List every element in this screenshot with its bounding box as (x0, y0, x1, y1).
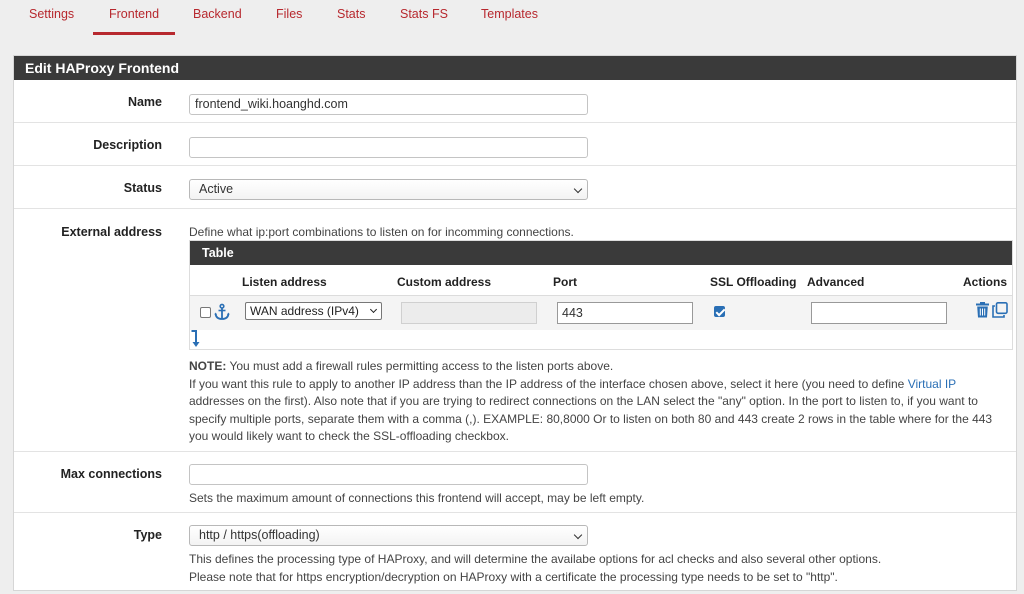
type-select[interactable]: http / https(offloading) (189, 525, 588, 546)
tab-templates[interactable]: Templates (481, 7, 538, 21)
note-line-1: NOTE: You must add a firewall rules perm… (189, 358, 613, 375)
active-tab-indicator (93, 32, 175, 35)
tab-stats[interactable]: Stats (337, 7, 366, 21)
port-input[interactable]: 443 (557, 302, 693, 324)
tab-frontend[interactable]: Frontend (109, 7, 159, 21)
tab-bar: Settings Frontend Backend Files Stats St… (0, 0, 1024, 36)
panel-title: Edit HAProxy Frontend (14, 56, 1016, 80)
max-connections-input[interactable] (189, 464, 588, 485)
note-bold: NOTE: (189, 359, 227, 373)
chevron-down-icon (573, 184, 583, 194)
note-line-3: addresses on the first). Also note that … (189, 394, 978, 408)
add-row-icon[interactable] (190, 330, 200, 348)
col-port: Port (553, 275, 577, 289)
max-connections-label: Max connections (60, 467, 162, 481)
type-label: Type (133, 528, 162, 542)
type-help-1: This defines the processing type of HAPr… (189, 552, 882, 566)
name-label: Name (127, 95, 162, 109)
max-connections-row: Max connections Sets the maximum amount … (14, 452, 1016, 513)
anchor-icon[interactable] (213, 303, 231, 321)
name-row: Name frontend_wiki.hoanghd.com (14, 80, 1016, 123)
tab-stats-fs[interactable]: Stats FS (400, 7, 448, 21)
tab-settings[interactable]: Settings (29, 7, 74, 21)
type-select-value: http / https(offloading) (199, 528, 320, 542)
duplicate-icon[interactable] (992, 302, 1008, 318)
note-text: You must add a firewall rules permitting… (226, 359, 614, 373)
advanced-input[interactable] (811, 302, 947, 324)
description-input[interactable] (189, 137, 588, 158)
max-connections-help: Sets the maximum amount of connections t… (189, 491, 645, 505)
chevron-down-icon (573, 530, 583, 540)
description-row: Description (14, 123, 1016, 166)
listen-address-value: WAN address (IPv4) (250, 304, 359, 318)
col-actions: Actions (963, 275, 1008, 289)
external-address-label: External address (61, 225, 162, 239)
tab-backend[interactable]: Backend (193, 7, 242, 21)
table-title: Table (190, 241, 1012, 265)
type-row: Type http / https(offloading) This defin… (14, 513, 1016, 590)
ssl-offloading-checkbox[interactable] (714, 306, 725, 317)
note-line-2-text: If you want this rule to apply to anothe… (189, 376, 908, 391)
table-row: WAN address (IPv4) 443 (190, 296, 1012, 330)
note-line-4: specify multiple ports, separate them wi… (189, 411, 993, 426)
col-ssl-offloading: SSL Offloading (710, 275, 797, 289)
col-custom-address: Custom address (397, 275, 492, 289)
external-address-help: Define what ip:port combinations to list… (189, 225, 574, 239)
edit-frontend-panel: Edit HAProxy Frontend Name frontend_wiki… (13, 55, 1017, 591)
custom-address-input (401, 302, 537, 324)
status-label: Status (123, 181, 162, 195)
col-advanced: Advanced (807, 275, 865, 289)
chevron-down-icon (369, 305, 378, 314)
description-label: Description (93, 138, 162, 152)
name-input[interactable]: frontend_wiki.hoanghd.com (189, 94, 588, 115)
note-line-5: you would likely want to check the SSL-o… (189, 429, 509, 443)
tab-files[interactable]: Files (276, 7, 302, 21)
row-select-checkbox[interactable] (200, 307, 211, 318)
type-help-2: Please note that for https encryption/de… (189, 569, 838, 584)
status-select-value: Active (199, 182, 234, 196)
note-line-2: If you want this rule to apply to anothe… (189, 376, 956, 393)
col-listen-address: Listen address (242, 275, 327, 289)
trash-icon[interactable] (975, 302, 990, 318)
virtual-ip-link[interactable]: Virtual IP (908, 377, 956, 391)
listen-address-table: Table Listen address Custom address Port… (189, 240, 1013, 350)
listen-address-select[interactable]: WAN address (IPv4) (245, 302, 382, 320)
status-row: Status Active (14, 166, 1016, 209)
status-select[interactable]: Active (189, 179, 588, 200)
